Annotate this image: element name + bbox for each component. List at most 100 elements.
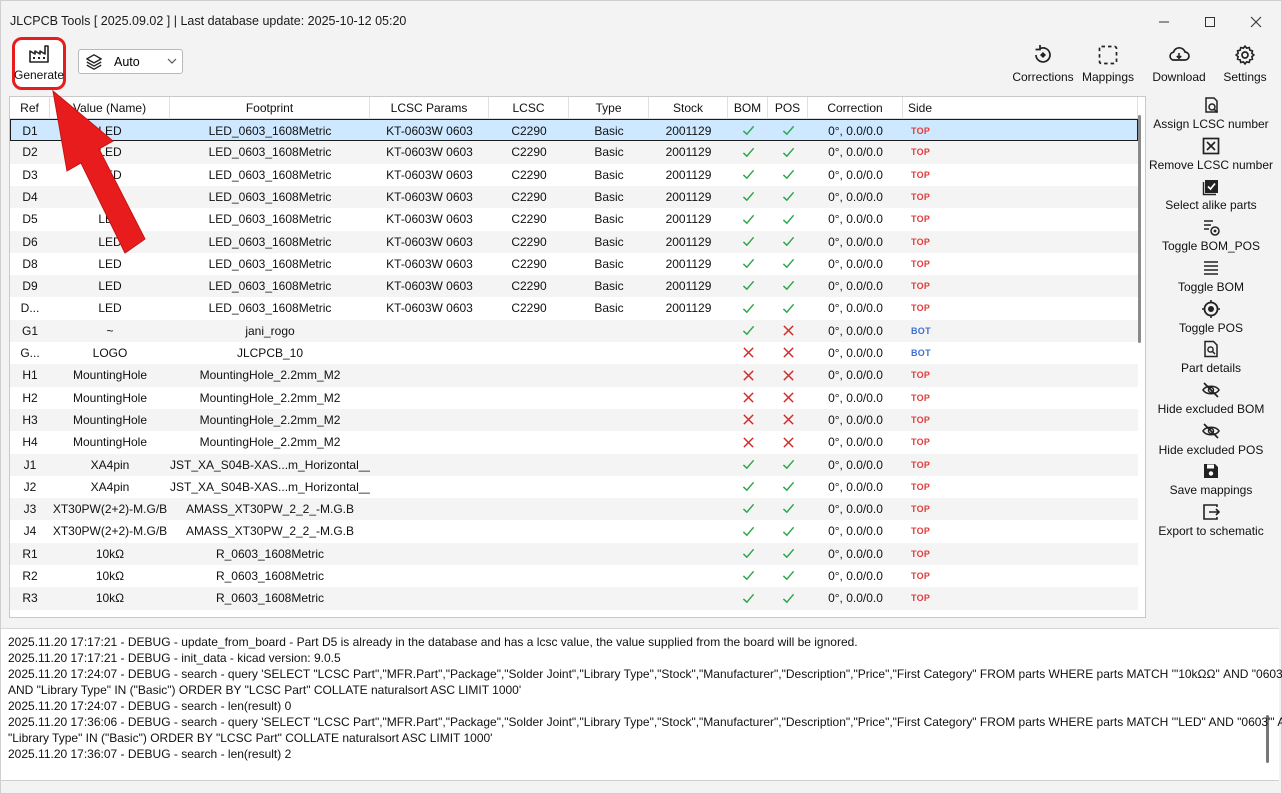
- list-icon: [1204, 260, 1218, 275]
- save-mappings-button[interactable]: Save mappings: [1149, 459, 1273, 499]
- table-row[interactable]: R1 10kΩ R_0603_1608Metric 0°, 0.0/0.0 TOP: [10, 542, 1138, 565]
- column-header-type[interactable]: Type: [569, 97, 649, 119]
- table-row[interactable]: D2 LED LED_0603_1608Metric KT-0603W 0603 C22…: [10, 141, 1138, 164]
- cell-params: [370, 565, 489, 587]
- mode-select[interactable]: Auto: [78, 49, 183, 74]
- download-button[interactable]: Download: [1146, 39, 1212, 89]
- part-details-button[interactable]: Part details: [1149, 337, 1273, 377]
- remove-lcsc-number-button[interactable]: Remove LCSC number: [1149, 134, 1273, 174]
- cell-ref: G1: [21, 323, 38, 338]
- cell-params: [370, 387, 489, 409]
- cell-footprint: LED_0603_1608Metric: [208, 124, 332, 138]
- remove-lcsc-number-label: Remove LCSC number: [1148, 157, 1274, 172]
- cell-bom: [728, 141, 768, 163]
- settings-button[interactable]: Settings: [1215, 39, 1275, 89]
- mappings-button[interactable]: Mappings: [1077, 39, 1139, 89]
- column-header-stock[interactable]: Stock: [649, 97, 728, 119]
- column-header-bom[interactable]: BOM: [728, 97, 768, 119]
- table-row[interactable]: H1 MountingHole MountingHole_2.2mm_M2 0°, 0…: [10, 364, 1138, 387]
- cell-side: TOP: [911, 126, 931, 136]
- check-icon: [742, 281, 754, 291]
- cell-pos: [768, 431, 808, 453]
- cell-params: KT-0603W 0603: [386, 301, 473, 316]
- table-row[interactable]: J3 XT30PW(2+2)-M.G/B AMASS_XT30PW_2_2_-M.G…: [10, 498, 1138, 521]
- list-target-icon: [1204, 220, 1220, 236]
- table-row[interactable]: D3 LED LED_0603_1608Metric KT-0603W 0603 C22…: [10, 164, 1138, 186]
- table-row[interactable]: D8 LED LED_0603_1608Metric KT-0603W 0603 C22…: [10, 253, 1138, 275]
- status-bar: [1, 780, 1279, 793]
- table-row[interactable]: D9 LED LED_0603_1608Metric KT-0603W 0603 C22…: [10, 275, 1138, 298]
- table-row[interactable]: G1 ~ jani_rogo 0°, 0.0/0.0 BOT: [10, 319, 1138, 342]
- check-icon: [742, 526, 754, 537]
- corrections-button[interactable]: Corrections: [1010, 39, 1076, 89]
- cell-side: TOP: [911, 481, 931, 492]
- download-label: Download: [1152, 70, 1206, 84]
- export-to-schematic-button[interactable]: Export to schematic: [1149, 500, 1273, 540]
- toggle-pos-button[interactable]: Toggle POS: [1149, 297, 1273, 337]
- hide-excluded-pos-button[interactable]: Hide excluded POS: [1149, 419, 1273, 459]
- log-line: 2025.11.20 17:36:07 - DEBUG - search - l…: [8, 747, 292, 761]
- cell-bom: [728, 364, 768, 386]
- toggle-bom-button[interactable]: Toggle BOM: [1149, 256, 1273, 296]
- cell-stock: [649, 454, 728, 476]
- cell-bom: [728, 520, 768, 542]
- cell-ref: D8: [22, 256, 38, 271]
- table-row[interactable]: H3 MountingHole MountingHole_2.2mm_M2 0°, 0…: [10, 408, 1138, 432]
- cell-type: [569, 520, 649, 542]
- column-header-ref[interactable]: Ref: [10, 97, 50, 119]
- assign-lcsc-number-button[interactable]: Assign LCSC number: [1149, 93, 1273, 133]
- table-row[interactable]: G... LOGO JLCPCB_10 0°, 0.0/0.0 BOT: [10, 342, 1138, 364]
- generate-button[interactable]: Generate: [12, 37, 66, 90]
- cell-bom: [728, 320, 768, 342]
- cell-value: XT30PW(2+2)-M.G/B: [52, 502, 168, 517]
- column-header-value[interactable]: Value (Name): [50, 97, 170, 119]
- column-header-footprint[interactable]: Footprint: [170, 97, 370, 119]
- minimize-button[interactable]: [1141, 7, 1187, 37]
- cell-pos: [768, 275, 808, 297]
- table-row[interactable]: H4 MountingHole MountingHole_2.2mm_M2 0°, 0…: [10, 431, 1138, 453]
- column-header-params[interactable]: LCSC Params: [370, 97, 489, 119]
- table-row[interactable]: D4 LED LED_0603_1608Metric KT-0603W 0603 C22…: [10, 185, 1138, 209]
- check-icon: [782, 258, 794, 269]
- table-row[interactable]: D5 LED LED_0603_1608Metric KT-0603W 0603 C22…: [10, 208, 1138, 230]
- column-header-correction[interactable]: Correction: [808, 97, 903, 119]
- table-row[interactable]: H2 MountingHole MountingHole_2.2mm_M2 0°, 0…: [10, 387, 1138, 409]
- close-button[interactable]: [1233, 7, 1279, 37]
- column-header-pos[interactable]: POS: [768, 97, 808, 119]
- table-row[interactable]: J1 XA4pin JST_XA_S04B-XAS...m_Horizontal__…: [10, 453, 1138, 476]
- cell-side: TOP: [911, 571, 931, 581]
- checkbox-icon: [1202, 180, 1218, 196]
- check-icon: [742, 214, 754, 224]
- table-row[interactable]: R3 10kΩ R_0603_1608Metric 0°, 0.0/0.0 TOP: [10, 587, 1138, 610]
- cross-icon: [782, 325, 794, 336]
- select-alike-parts-button[interactable]: Select alike parts: [1149, 174, 1273, 214]
- check-icon: [742, 303, 754, 314]
- hide-excluded-bom-button[interactable]: Hide excluded BOM: [1149, 378, 1273, 418]
- cross-icon: [782, 392, 794, 403]
- cell-type: [569, 543, 649, 565]
- column-header-side[interactable]: Side: [903, 97, 1138, 119]
- table-row[interactable]: J2 XA4pin JST_XA_S04B-XAS...m_Horizontal__…: [10, 476, 1138, 498]
- toggle-bom-pos-button[interactable]: Toggle BOM_POS: [1149, 215, 1273, 255]
- table-row[interactable]: D... LED LED_0603_1608Metric KT-0603W 0603 C…: [10, 297, 1138, 319]
- cell-value: LED: [98, 301, 122, 316]
- cell-value: LED: [98, 256, 122, 271]
- maximize-button[interactable]: [1187, 7, 1233, 37]
- cell-bom: [728, 431, 768, 453]
- check-icon: [742, 126, 754, 136]
- table-row[interactable]: R2 10kΩ R_0603_1608Metric 0°, 0.0/0.0 TOP: [10, 565, 1138, 587]
- column-header-lcsc[interactable]: LCSC: [489, 97, 569, 119]
- table-scrollbar[interactable]: [1138, 115, 1141, 343]
- check-icon: [782, 126, 794, 136]
- x-box-icon: [1202, 137, 1220, 155]
- table-row[interactable]: J4 XT30PW(2+2)-M.G/B AMASS_XT30PW_2_2_-M.G…: [10, 520, 1138, 542]
- check-icon: [742, 258, 754, 269]
- cell-side: TOP: [911, 526, 931, 537]
- cell-footprint: LED_0603_1608Metric: [208, 145, 332, 160]
- cell-value: ~: [106, 323, 114, 338]
- export-to-schematic-label: Export to schematic: [1158, 524, 1264, 538]
- cell-lcsc: [489, 342, 569, 364]
- table-row[interactable]: D1 LED LED_0603_1608Metric KT-0603W 0603 C22…: [10, 119, 1138, 142]
- cell-value: LED: [98, 234, 122, 249]
- table-row[interactable]: D6 LED LED_0603_1608Metric KT-0603W 0603 C22…: [10, 230, 1138, 253]
